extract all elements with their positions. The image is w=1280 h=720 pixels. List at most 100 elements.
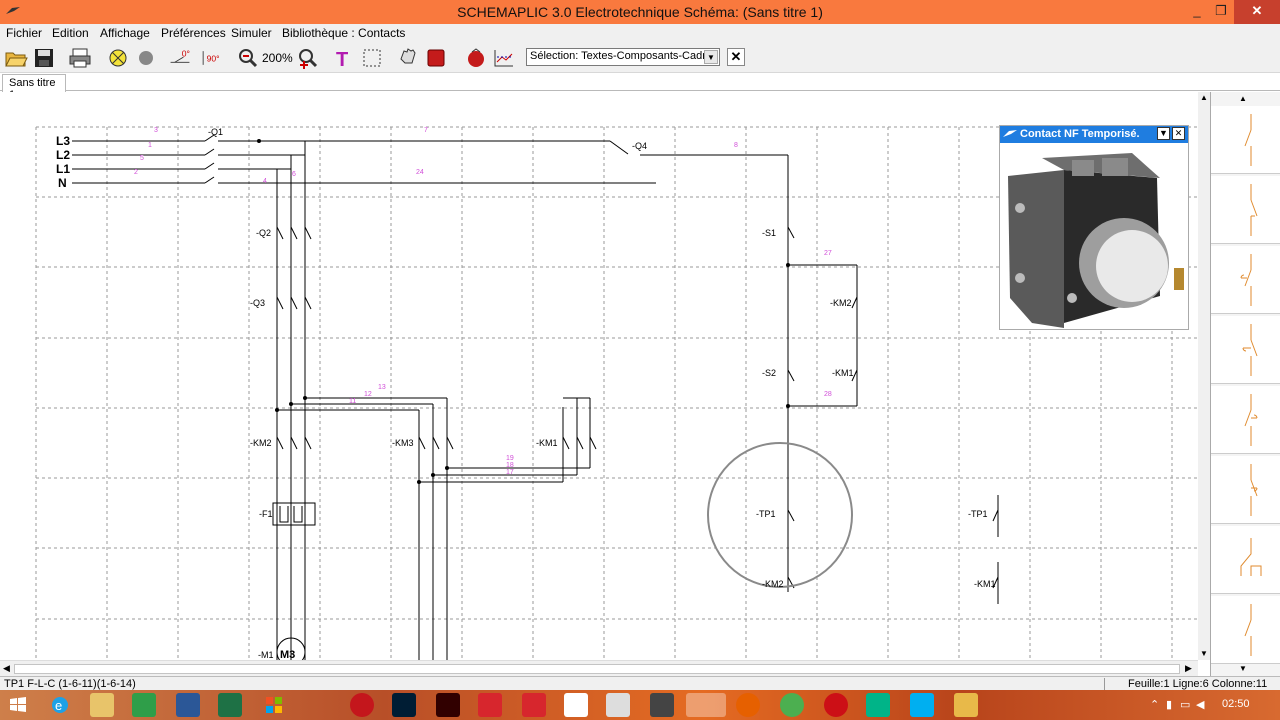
contact-push-icon[interactable] (1211, 596, 1280, 664)
palette-scroll-up-icon[interactable]: ▲ (1239, 94, 1247, 103)
task-icon[interactable] (606, 693, 630, 717)
open-icon[interactable] (4, 47, 28, 69)
tray-power-icon[interactable]: ▭ (1180, 698, 1190, 711)
schemaplic-icon[interactable] (686, 693, 726, 717)
tab-strip: Sans titre 1 (0, 73, 1280, 101)
wire-number: 11 (349, 398, 356, 405)
frame-tool-icon[interactable] (360, 47, 384, 69)
wire-number: 13 (378, 384, 386, 391)
clock[interactable]: 02:50 (1222, 698, 1250, 710)
tray-volume-icon[interactable]: ◀ (1196, 698, 1204, 711)
print-icon[interactable] (68, 47, 92, 69)
windows-logo-icon[interactable] (262, 693, 286, 717)
chart-icon[interactable] (492, 47, 516, 69)
svg-text:90°: 90° (207, 53, 220, 63)
wire-number: 2 (134, 169, 138, 176)
chevron-down-icon[interactable]: ▼ (1157, 127, 1170, 140)
file-explorer-icon[interactable] (90, 693, 114, 717)
windows-start-icon[interactable] (6, 693, 30, 717)
title-bar: SCHEMAPLIC 3.0 Electrotechnique Schéma: … (0, 0, 1280, 24)
illustrator-icon[interactable] (436, 693, 460, 717)
scroll-right-icon[interactable]: ▶ (1185, 663, 1192, 674)
zoom-in-icon[interactable] (296, 47, 320, 69)
motor-label: M3 (280, 649, 295, 660)
component-label: -M1 (258, 650, 274, 660)
component-label: -KM1 (536, 438, 558, 448)
tray-network-icon[interactable]: ▮ (1166, 698, 1172, 711)
contact-temp-1-icon[interactable] (1211, 246, 1280, 314)
vine-icon[interactable] (866, 693, 890, 717)
component-label: -Q2 (256, 228, 271, 238)
scroll-up-icon[interactable]: ▲ (1198, 92, 1210, 104)
scroll-left-icon[interactable]: ◀ (3, 663, 10, 674)
menu-simuler[interactable]: Simuler (231, 26, 272, 40)
maximize-button[interactable]: ❐ (1206, 0, 1236, 24)
skype-icon[interactable] (910, 693, 934, 717)
close-button[interactable]: ✕ (1234, 0, 1280, 24)
loge-icon[interactable] (564, 693, 588, 717)
wire-number: 24 (416, 169, 424, 176)
scroll-down-icon[interactable]: ▼ (1198, 648, 1210, 660)
tab-sans-titre-1[interactable]: Sans titre 1 (2, 74, 66, 101)
clear-selection-button[interactable]: ✕ (727, 48, 745, 66)
contact-temp-2-icon[interactable] (1211, 316, 1280, 384)
autocad-a-icon[interactable] (478, 693, 502, 717)
rotate-0-icon[interactable]: 0° (168, 47, 196, 69)
menu-edition[interactable]: Edition (52, 26, 89, 40)
text-tool-icon[interactable]: T (332, 47, 356, 71)
media-icon[interactable] (954, 693, 978, 717)
contact-temp-4-icon[interactable] (1211, 456, 1280, 524)
selection-dropdown[interactable]: Sélection: Textes-Composants-Cadres ▼ (526, 48, 720, 66)
tray-chevron-icon[interactable]: ⌃ (1150, 698, 1159, 711)
supply-label-l2: L2 (56, 148, 70, 162)
component-label: -S1 (762, 228, 776, 238)
contact-nf-icon[interactable] (1211, 106, 1280, 174)
component-label: -KM2 (830, 298, 852, 308)
photoshop-icon[interactable] (392, 693, 416, 717)
simulate-icon[interactable] (464, 47, 488, 69)
wire-number: 4 (263, 178, 267, 185)
book-icon[interactable] (424, 47, 448, 69)
visio-icon[interactable] (650, 693, 674, 717)
menu-preferences[interactable]: Préférences (161, 26, 226, 40)
component-label: -F1 (259, 509, 273, 519)
zoom-out-icon[interactable] (236, 47, 260, 69)
lamp-icon[interactable] (106, 47, 130, 69)
palette-scroll-down-icon[interactable]: ▼ (1239, 664, 1247, 673)
excel-icon[interactable] (218, 693, 242, 717)
menu-fichier[interactable]: Fichier (6, 26, 42, 40)
component-label: -KM3 (392, 438, 414, 448)
component-label: -KM2 (762, 579, 784, 589)
acrobat-icon[interactable] (350, 693, 374, 717)
contact-preview-window[interactable]: Contact NF Temporisé. ▼ ✕ (999, 125, 1189, 330)
firefox-icon[interactable] (736, 693, 760, 717)
supply-label-l1: L1 (56, 162, 70, 176)
wire-number: 7 (424, 127, 428, 134)
word-icon[interactable] (176, 693, 200, 717)
contact-no-icon[interactable] (1211, 176, 1280, 244)
wire-number: 5 (140, 155, 144, 162)
rotate-90-icon[interactable]: 90° (198, 47, 226, 69)
store-icon[interactable] (132, 693, 156, 717)
internet-explorer-icon[interactable]: e (48, 693, 72, 717)
menu-bibliotheque[interactable]: Bibliothèque : Contacts (282, 26, 405, 40)
save-icon[interactable] (32, 47, 56, 69)
opera-icon[interactable] (824, 693, 848, 717)
component-label: -S2 (762, 368, 776, 378)
autocad-icon[interactable] (522, 693, 546, 717)
horizontal-scrollbar[interactable]: ◀ ▶ (0, 660, 1198, 676)
contact-switch-icon[interactable] (1211, 526, 1280, 594)
horizontal-scroll-thumb[interactable] (14, 664, 1180, 674)
menu-affichage[interactable]: Affichage (100, 26, 150, 40)
selection-value: Sélection: Textes-Composants-Cadres (530, 50, 718, 62)
dot-icon[interactable] (134, 47, 158, 69)
component-label: -KM1 (832, 368, 854, 378)
close-icon[interactable]: ✕ (1172, 127, 1185, 140)
vertical-scrollbar[interactable]: ▲ ▼ (1198, 92, 1210, 660)
component-label: -TP1 (756, 509, 776, 519)
hand-icon[interactable] (396, 47, 420, 69)
chrome-icon[interactable] (780, 693, 804, 717)
contact-temp-3-icon[interactable] (1211, 386, 1280, 454)
windows-taskbar: e ⌃ ▮ ▭ ◀ 02:50 (0, 690, 1280, 720)
chevron-down-icon[interactable]: ▼ (704, 50, 718, 64)
